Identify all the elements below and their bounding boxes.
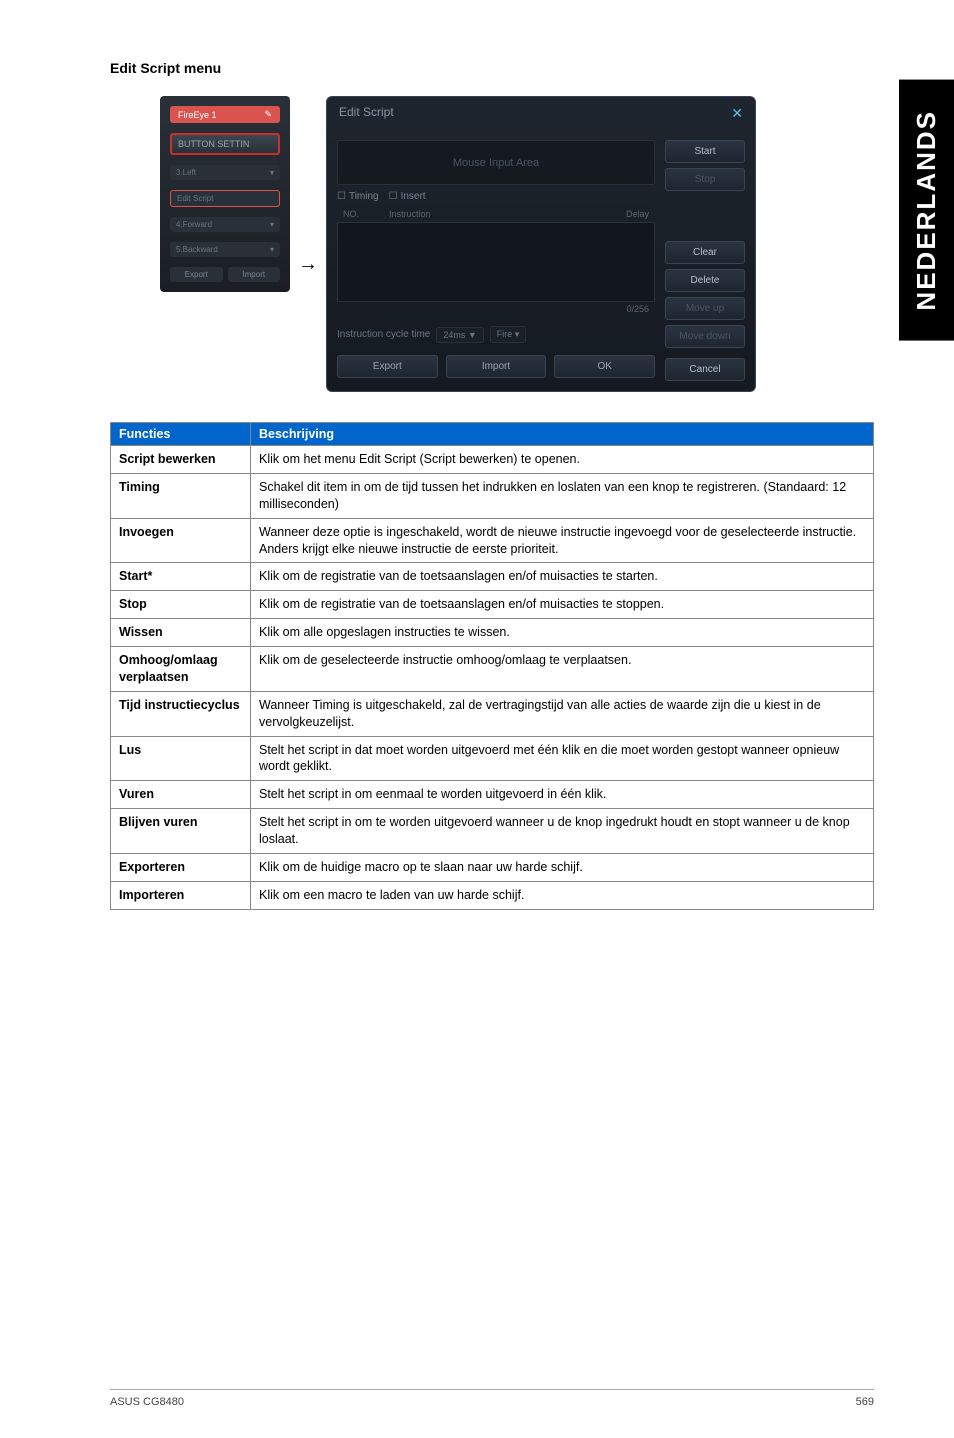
table-cell-function: Timing [111, 473, 251, 518]
cycle-label: Instruction cycle time [337, 329, 430, 340]
table-cell-function: Omhoog/omlaag verplaatsen [111, 647, 251, 692]
pencil-icon: ✎ [264, 109, 272, 120]
table-cell-description: Klik om alle opgeslagen instructies te w… [251, 619, 874, 647]
table-row: Script bewerkenKlik om het menu Edit Scr… [111, 446, 874, 474]
table-cell-description: Klik om de registratie van de toetsaansl… [251, 591, 874, 619]
table-row: Blijven vurenStelt het script in om te w… [111, 809, 874, 854]
table-row: TimingSchakel dit item in om de tijd tus… [111, 473, 874, 518]
table-cell-description: Stelt het script in dat moet worden uitg… [251, 736, 874, 781]
move-up-button[interactable]: Move up [665, 297, 745, 320]
edit-script-dialog: Edit Script ✕ Mouse Input Area ☐Timing ☐… [326, 96, 756, 392]
page-footer: ASUS CG8480 569 [110, 1389, 874, 1408]
dialog-title-text: Edit Script [339, 105, 394, 122]
table-cell-description: Klik om het menu Edit Script (Script bew… [251, 446, 874, 474]
table-row: ImporterenKlik om een macro te laden van… [111, 881, 874, 909]
instruction-list[interactable] [337, 222, 655, 302]
fire-dropdown[interactable]: Fire ▾ [490, 326, 527, 343]
panel-row-forward[interactable]: 4.Forward▾ [170, 217, 280, 232]
table-row: ExporterenKlik om de huidige macro op te… [111, 853, 874, 881]
table-cell-function: Lus [111, 736, 251, 781]
table-header-beschrijving: Beschrijving [251, 423, 874, 446]
table-row: Tijd instructiecyclusWanneer Timing is u… [111, 691, 874, 736]
panel-row-editscript[interactable]: Edit Script [170, 190, 280, 207]
table-header-functies: Functies [111, 423, 251, 446]
instruction-counter: 0/256 [337, 302, 655, 316]
close-icon[interactable]: ✕ [731, 105, 743, 122]
cancel-button[interactable]: Cancel [665, 358, 745, 381]
start-button[interactable]: Start [665, 140, 745, 163]
tab-timing[interactable]: ☐Timing [337, 191, 379, 202]
section-title: Edit Script menu [110, 60, 874, 76]
cycle-time-dropdown[interactable]: 24ms ▼ [436, 327, 483, 343]
table-cell-description: Klik om een macro te laden van uw harde … [251, 881, 874, 909]
table-cell-function: Invoegen [111, 518, 251, 563]
delete-button[interactable]: Delete [665, 269, 745, 292]
table-cell-function: Vuren [111, 781, 251, 809]
table-cell-description: Stelt het script in om eenmaal te worden… [251, 781, 874, 809]
arrow-icon: → [298, 213, 318, 276]
table-cell-function: Script bewerken [111, 446, 251, 474]
table-cell-function: Start* [111, 563, 251, 591]
table-cell-description: Klik om de registratie van de toetsaansl… [251, 563, 874, 591]
footer-model: ASUS CG8480 [110, 1396, 184, 1408]
export-button[interactable]: Export [337, 355, 438, 378]
panel-import-button[interactable]: Import [228, 267, 281, 282]
table-row: Omhoog/omlaag verplaatsenKlik om de gese… [111, 647, 874, 692]
functions-table: Functies Beschrijving Script bewerkenKli… [110, 422, 874, 910]
tab-insert[interactable]: ☐Insert [389, 191, 426, 202]
table-cell-description: Klik om de huidige macro op te slaan naa… [251, 853, 874, 881]
table-row: Start*Klik om de registratie van de toet… [111, 563, 874, 591]
move-down-button[interactable]: Move down [665, 325, 745, 348]
table-row: VurenStelt het script in om eenmaal te w… [111, 781, 874, 809]
checkbox-icon: ☐ [389, 191, 398, 202]
left-panel: FireEye 1 ✎ BUTTON SETTIN 3.Left▾ Edit S… [160, 96, 290, 292]
table-cell-function: Importeren [111, 881, 251, 909]
table-cell-description: Wanneer Timing is uitgeschakeld, zal de … [251, 691, 874, 736]
button-settings-banner[interactable]: BUTTON SETTIN [170, 133, 280, 155]
edit-script-screenshot: FireEye 1 ✎ BUTTON SETTIN 3.Left▾ Edit S… [160, 96, 874, 392]
profile-button[interactable]: FireEye 1 ✎ [170, 106, 280, 123]
panel-export-button[interactable]: Export [170, 267, 223, 282]
table-cell-function: Blijven vuren [111, 809, 251, 854]
table-cell-function: Exporteren [111, 853, 251, 881]
table-row: WissenKlik om alle opgeslagen instructie… [111, 619, 874, 647]
import-button[interactable]: Import [446, 355, 547, 378]
panel-row-backward[interactable]: 5.Backward▾ [170, 242, 280, 257]
table-cell-function: Tijd instructiecyclus [111, 691, 251, 736]
table-cell-function: Stop [111, 591, 251, 619]
mouse-input-area[interactable]: Mouse Input Area [337, 140, 655, 185]
table-row: LusStelt het script in dat moet worden u… [111, 736, 874, 781]
table-cell-description: Schakel dit item in om de tijd tussen he… [251, 473, 874, 518]
checkbox-icon: ☐ [337, 191, 346, 202]
table-cell-description: Klik om de geselecteerde instructie omho… [251, 647, 874, 692]
clear-button[interactable]: Clear [665, 241, 745, 264]
table-row: InvoegenWanneer deze optie is ingeschake… [111, 518, 874, 563]
table-cell-description: Stelt het script in om te worden uitgevo… [251, 809, 874, 854]
language-tab: NEDERLANDS [899, 80, 954, 341]
instruction-list-header: NO. Instruction Delay [337, 206, 655, 222]
footer-page-number: 569 [856, 1396, 874, 1408]
profile-label: FireEye 1 [178, 110, 217, 120]
table-row: StopKlik om de registratie van de toetsa… [111, 591, 874, 619]
table-cell-description: Wanneer deze optie is ingeschakeld, word… [251, 518, 874, 563]
panel-row-left[interactable]: 3.Left▾ [170, 165, 280, 180]
stop-button[interactable]: Stop [665, 168, 745, 191]
table-cell-function: Wissen [111, 619, 251, 647]
ok-button[interactable]: OK [554, 355, 655, 378]
